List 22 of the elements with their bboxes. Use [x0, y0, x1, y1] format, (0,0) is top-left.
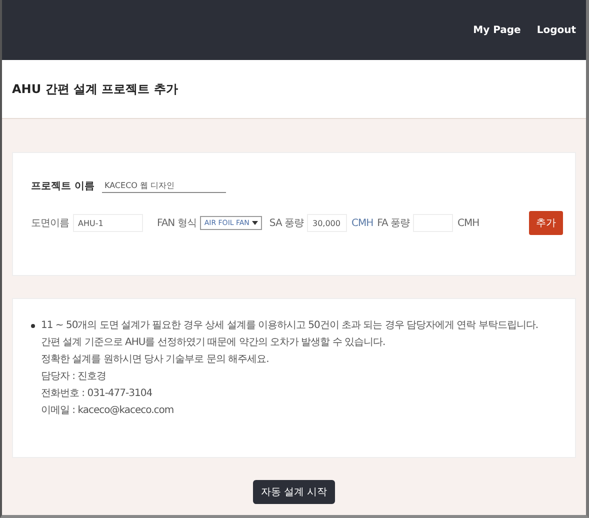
input-field[interactable]: 30,000 [307, 214, 348, 232]
input-field[interactable]: AHU-1 [73, 214, 143, 232]
caret-icon [252, 221, 258, 225]
nav-link[interactable]: Logout [536, 24, 576, 36]
page-title: AHU 간편 설계 프로젝트 추가 [12, 80, 178, 98]
field-label: 도면이름 [31, 217, 69, 230]
note-text: 이메일 : kaceco@kaceco.com [41, 404, 174, 418]
input-field[interactable]: KACECO 웹 디자인 [102, 179, 226, 193]
note-text: 정확한 설계를 원하시면 당사 기술부로 문의 해주세요. [41, 353, 269, 367]
note-text: 전화번호 : 031-477-3104 [41, 387, 152, 401]
nav-link[interactable]: My Page [473, 24, 521, 36]
field-label: 프로젝트 이름 [31, 180, 94, 193]
note-text: 간편 설계 기준으로 AHU를 선정하였기 때문에 약간의 오차가 발생할 수 있습니다. [41, 336, 386, 350]
note-text: 11 ~ 50개의 도면 설계가 필요한 경우 상세 설계를 이용하시고 50건이 초과 되는 경우 담당자에게 연락 부탁드립니다. [41, 319, 538, 333]
field-label: FA 풍량 [377, 217, 410, 230]
field-label: SA 풍량 [269, 217, 304, 230]
unit-label: CMH [457, 218, 480, 228]
unit-label: CMH [351, 218, 374, 228]
note-text: 담당자 : 진호경 [41, 370, 106, 384]
field-label: FAN 형식 [157, 217, 196, 230]
start-button[interactable]: 자동 설계 시작 [252, 480, 336, 504]
add-button[interactable]: 추가 [529, 211, 563, 235]
